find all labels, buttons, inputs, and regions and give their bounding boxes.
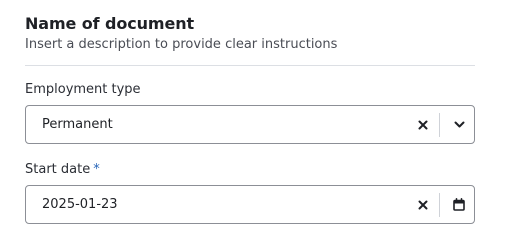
control-separator <box>439 112 440 137</box>
start-date-value: 2025-01-23 <box>42 197 118 212</box>
start-date-field: Start date * 2025-01-23 <box>25 161 475 224</box>
start-date-clear-button[interactable] <box>409 186 437 223</box>
employment-type-select[interactable]: Permanent <box>25 105 475 144</box>
employment-type-label: Employment type <box>25 82 141 97</box>
start-date-input[interactable]: 2025-01-23 <box>25 185 475 224</box>
start-date-label: Start date * <box>25 161 475 179</box>
close-icon <box>418 200 428 209</box>
header-divider <box>25 65 475 66</box>
employment-type-value: Permanent <box>42 117 113 132</box>
chevron-down-icon <box>454 121 464 128</box>
start-date-label-text: Start date <box>25 162 91 177</box>
employment-type-clear-button[interactable] <box>409 106 437 143</box>
calendar-icon <box>453 198 465 211</box>
control-separator <box>439 192 440 217</box>
document-description: Insert a description to provide clear in… <box>25 37 338 52</box>
document-form: Name of document Insert a description to… <box>25 14 475 224</box>
start-date-calendar-button[interactable] <box>444 186 474 223</box>
required-marker: * <box>93 162 100 177</box>
close-icon <box>418 120 428 129</box>
employment-type-dropdown-button[interactable] <box>444 106 474 143</box>
employment-type-field: Employment type Permanent <box>25 81 475 144</box>
document-title: Name of document <box>25 14 195 33</box>
